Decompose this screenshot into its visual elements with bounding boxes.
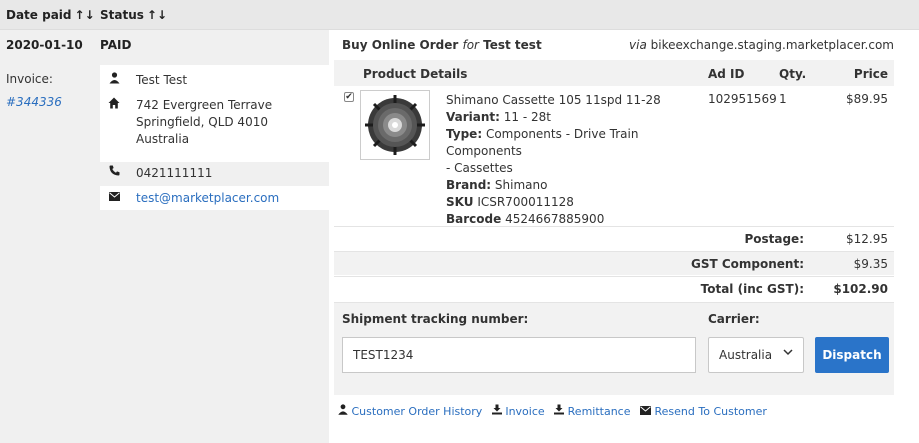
total-value: $102.90 bbox=[833, 282, 888, 296]
chevron-down-icon bbox=[783, 347, 793, 360]
sku-value: ICSR700011128 bbox=[477, 195, 574, 209]
contact-address: 742 Evergreen Terrave Springfield, QLD 4… bbox=[136, 97, 272, 148]
col-qty: Qty. bbox=[779, 67, 807, 81]
carrier-label: Carrier: bbox=[708, 312, 760, 326]
status-label[interactable]: Status bbox=[100, 8, 144, 22]
status-sort-icon[interactable]: ↑↓ bbox=[147, 8, 167, 22]
contact-email-row: test@marketplacer.com bbox=[100, 186, 329, 210]
product-type-cont: - Cassettes bbox=[446, 161, 513, 175]
invoice-link[interactable]: Invoice bbox=[505, 405, 544, 418]
postage-value: $12.95 bbox=[846, 232, 888, 246]
barcode-value: 4524667885900 bbox=[505, 212, 605, 226]
col-price: Price bbox=[853, 67, 888, 81]
product-qty: 1 bbox=[779, 92, 787, 106]
product-price: $89.95 bbox=[846, 92, 888, 106]
home-icon bbox=[106, 97, 122, 112]
col-ad-id: Ad ID bbox=[708, 67, 745, 81]
download-icon bbox=[554, 404, 565, 415]
order-title-for: for bbox=[462, 38, 479, 52]
gst-label: GST Component: bbox=[690, 257, 804, 271]
dispatch-button[interactable]: Dispatch bbox=[815, 337, 889, 373]
product-details: Shimano Cassette 105 11spd 11-28 Variant… bbox=[446, 92, 696, 228]
contact-phone: 0421111111 bbox=[136, 166, 213, 180]
col-product-details: Product Details bbox=[363, 67, 468, 81]
remittance-item[interactable]: Remittance bbox=[554, 404, 634, 418]
postage-row: Postage: $12.95 bbox=[334, 226, 894, 250]
total-row: Total (inc GST): $102.90 bbox=[334, 276, 894, 300]
order-action-links: Customer Order History Invoice Remittanc… bbox=[338, 404, 773, 418]
status-header[interactable]: Status ↑↓ bbox=[100, 8, 167, 22]
customer-order-history-link[interactable]: Customer Order History bbox=[352, 405, 483, 418]
person-icon bbox=[106, 72, 122, 87]
total-label: Total (inc GST): bbox=[700, 282, 804, 296]
order-title-bar: Buy Online Order for Test test via bikee… bbox=[334, 34, 894, 56]
date-paid-label[interactable]: Date paid bbox=[6, 8, 72, 22]
download-icon bbox=[491, 404, 502, 415]
product-variant: Variant: 11 - 28t bbox=[446, 109, 696, 126]
type-label: Type: bbox=[446, 127, 483, 141]
contact-phone-row: 0421111111 bbox=[100, 162, 329, 186]
address-line-2: Springfield, QLD 4010 bbox=[136, 115, 268, 129]
product-name: Shimano Cassette 105 11spd 11-28 bbox=[446, 93, 661, 107]
contact-card: Test Test 742 Evergreen Terrave Springfi… bbox=[100, 65, 329, 210]
date-paid-sort-icon[interactable]: ↑↓ bbox=[75, 8, 95, 22]
cassette-image bbox=[365, 95, 425, 155]
order-date: 2020-01-10 bbox=[6, 38, 83, 52]
resend-item[interactable]: Resend To Customer bbox=[640, 405, 767, 418]
product-type: Type: Components - Drive Train Component… bbox=[446, 126, 696, 160]
address-line-3: Australia bbox=[136, 132, 190, 146]
envelope-icon bbox=[640, 406, 651, 415]
brand-label: Brand: bbox=[446, 178, 492, 192]
gst-value: $9.35 bbox=[853, 257, 888, 271]
address-line-1: 742 Evergreen Terrave bbox=[136, 98, 273, 112]
barcode-label: Barcode bbox=[446, 212, 502, 226]
envelope-icon bbox=[106, 190, 122, 204]
phone-icon bbox=[106, 165, 122, 179]
invoice-label: Invoice: bbox=[6, 72, 53, 86]
contact-name: Test Test bbox=[136, 73, 188, 87]
customer-history-item[interactable]: Customer Order History bbox=[338, 404, 486, 418]
invoice-number-link[interactable]: #344336 bbox=[6, 95, 62, 109]
carrier-value: Australia bbox=[719, 348, 773, 362]
order-status: PAID bbox=[100, 38, 132, 52]
date-paid-header[interactable]: Date paid ↑↓ bbox=[6, 8, 95, 22]
order-title-prefix: Buy Online Order bbox=[342, 38, 463, 52]
order-via: via bikeexchange.staging.marketplacer.co… bbox=[629, 38, 894, 52]
carrier-select[interactable]: Australia bbox=[708, 337, 804, 373]
person-icon bbox=[338, 404, 348, 415]
sku-label: SKU bbox=[446, 195, 474, 209]
product-brand: Brand: Shimano bbox=[446, 177, 696, 194]
order-title-name: Test test bbox=[478, 38, 542, 52]
contact-email-link[interactable]: test@marketplacer.com bbox=[136, 190, 279, 207]
product-checkbox[interactable]: ✔ bbox=[344, 92, 354, 102]
variant-label: Variant: bbox=[446, 110, 500, 124]
shipment-section: Shipment tracking number: Carrier: Austr… bbox=[334, 302, 894, 395]
product-image bbox=[360, 90, 430, 160]
tracking-label: Shipment tracking number: bbox=[342, 312, 529, 326]
product-sku: SKU ICSR700011128 bbox=[446, 194, 696, 211]
resend-to-customer-link[interactable]: Resend To Customer bbox=[655, 405, 767, 418]
product-ad-id: 102951569 bbox=[708, 92, 777, 106]
variant-value: 11 - 28t bbox=[503, 110, 551, 124]
remittance-link[interactable]: Remittance bbox=[568, 405, 631, 418]
order-title: Buy Online Order for Test test bbox=[342, 38, 542, 52]
table-header: Date paid ↑↓ Status ↑↓ bbox=[0, 0, 919, 30]
invoice-item[interactable]: Invoice bbox=[491, 404, 548, 418]
gst-row: GST Component: $9.35 bbox=[334, 251, 894, 275]
product-row: ✔ Shimano Cassette 105 11spd 11-28 Varia… bbox=[334, 86, 894, 226]
product-table-header: Product Details Ad ID Qty. Price bbox=[334, 60, 894, 86]
postage-label: Postage: bbox=[744, 232, 804, 246]
via-site: bikeexchange.staging.marketplacer.com bbox=[650, 38, 894, 52]
brand-value: Shimano bbox=[494, 178, 548, 192]
tracking-number-input[interactable] bbox=[342, 337, 696, 373]
via-label: via bbox=[629, 38, 647, 52]
